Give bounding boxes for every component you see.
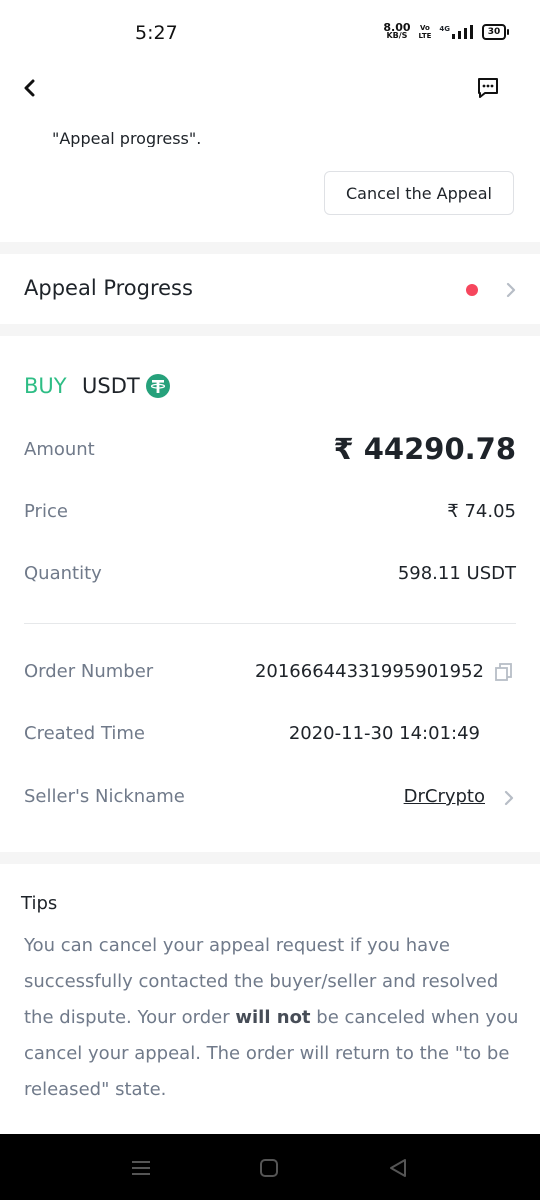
tips-text: You can cancel your appeal request if yo…	[24, 928, 524, 1108]
signal-icon: 4G	[439, 25, 474, 39]
amount-label: Amount	[24, 439, 95, 460]
price-label: Price	[24, 501, 68, 522]
system-nav-bar	[0, 1134, 540, 1200]
price-value: ₹ 74.05	[447, 501, 516, 522]
cancel-appeal-button[interactable]: Cancel the Appeal	[324, 171, 514, 215]
back-button[interactable]	[14, 72, 46, 104]
menu-icon[interactable]	[131, 1158, 151, 1178]
tips-text-bold: will not	[235, 1007, 311, 1028]
top-nav-bar	[0, 64, 540, 112]
battery-icon: 30	[482, 24, 509, 40]
appeal-note-text: "Appeal progress".	[52, 129, 202, 147]
appeal-progress-label: Appeal Progress	[24, 276, 193, 300]
amount-value: ₹ 44290.78	[333, 432, 516, 466]
seller-nickname-link[interactable]: DrCrypto	[404, 786, 485, 807]
section-divider	[0, 324, 540, 336]
status-time: 5:27	[135, 22, 178, 44]
network-speed-unit: KB/S	[386, 31, 408, 40]
signal-bars-icon	[452, 25, 473, 39]
quantity-value: 598.11 USDT	[397, 563, 516, 584]
order-asset: USDT	[82, 374, 140, 398]
back-triangle-icon[interactable]	[388, 1158, 408, 1178]
chevron-right-icon	[506, 282, 516, 298]
quantity-label: Quantity	[24, 563, 102, 584]
appeal-progress-row[interactable]: Appeal Progress	[0, 254, 540, 324]
order-number-value: 20166644331995901952	[254, 661, 484, 682]
volte-bottom: LTE	[418, 32, 432, 40]
chevron-right-icon[interactable]	[500, 789, 518, 807]
status-bar: 5:27 8.00 KB/S Vo LTE 4G 30	[0, 0, 540, 64]
chat-bubble-icon	[478, 78, 498, 98]
copy-icon[interactable]	[494, 662, 514, 682]
home-square-icon[interactable]	[259, 1158, 279, 1178]
notification-dot	[466, 284, 478, 296]
chevron-left-icon	[24, 79, 35, 97]
tips-title: Tips	[21, 893, 58, 914]
network-speed: 8.00 KB/S	[383, 22, 410, 40]
chat-button[interactable]	[472, 72, 504, 104]
section-divider	[0, 242, 540, 254]
section-divider	[0, 852, 540, 864]
order-side: BUY	[24, 374, 67, 398]
created-time-value: 2020-11-30 14:01:49	[288, 723, 480, 744]
network-type: 4G	[439, 25, 450, 33]
tether-icon	[146, 374, 170, 398]
volte-top: Vo	[420, 24, 430, 32]
volte-icon: Vo LTE	[419, 24, 432, 40]
seller-nickname-label: Seller's Nickname	[24, 786, 185, 807]
order-number-label: Order Number	[24, 661, 154, 682]
details-divider	[24, 623, 516, 624]
status-icons: 8.00 KB/S Vo LTE 4G 30	[383, 22, 509, 40]
created-time-label: Created Time	[24, 723, 146, 744]
